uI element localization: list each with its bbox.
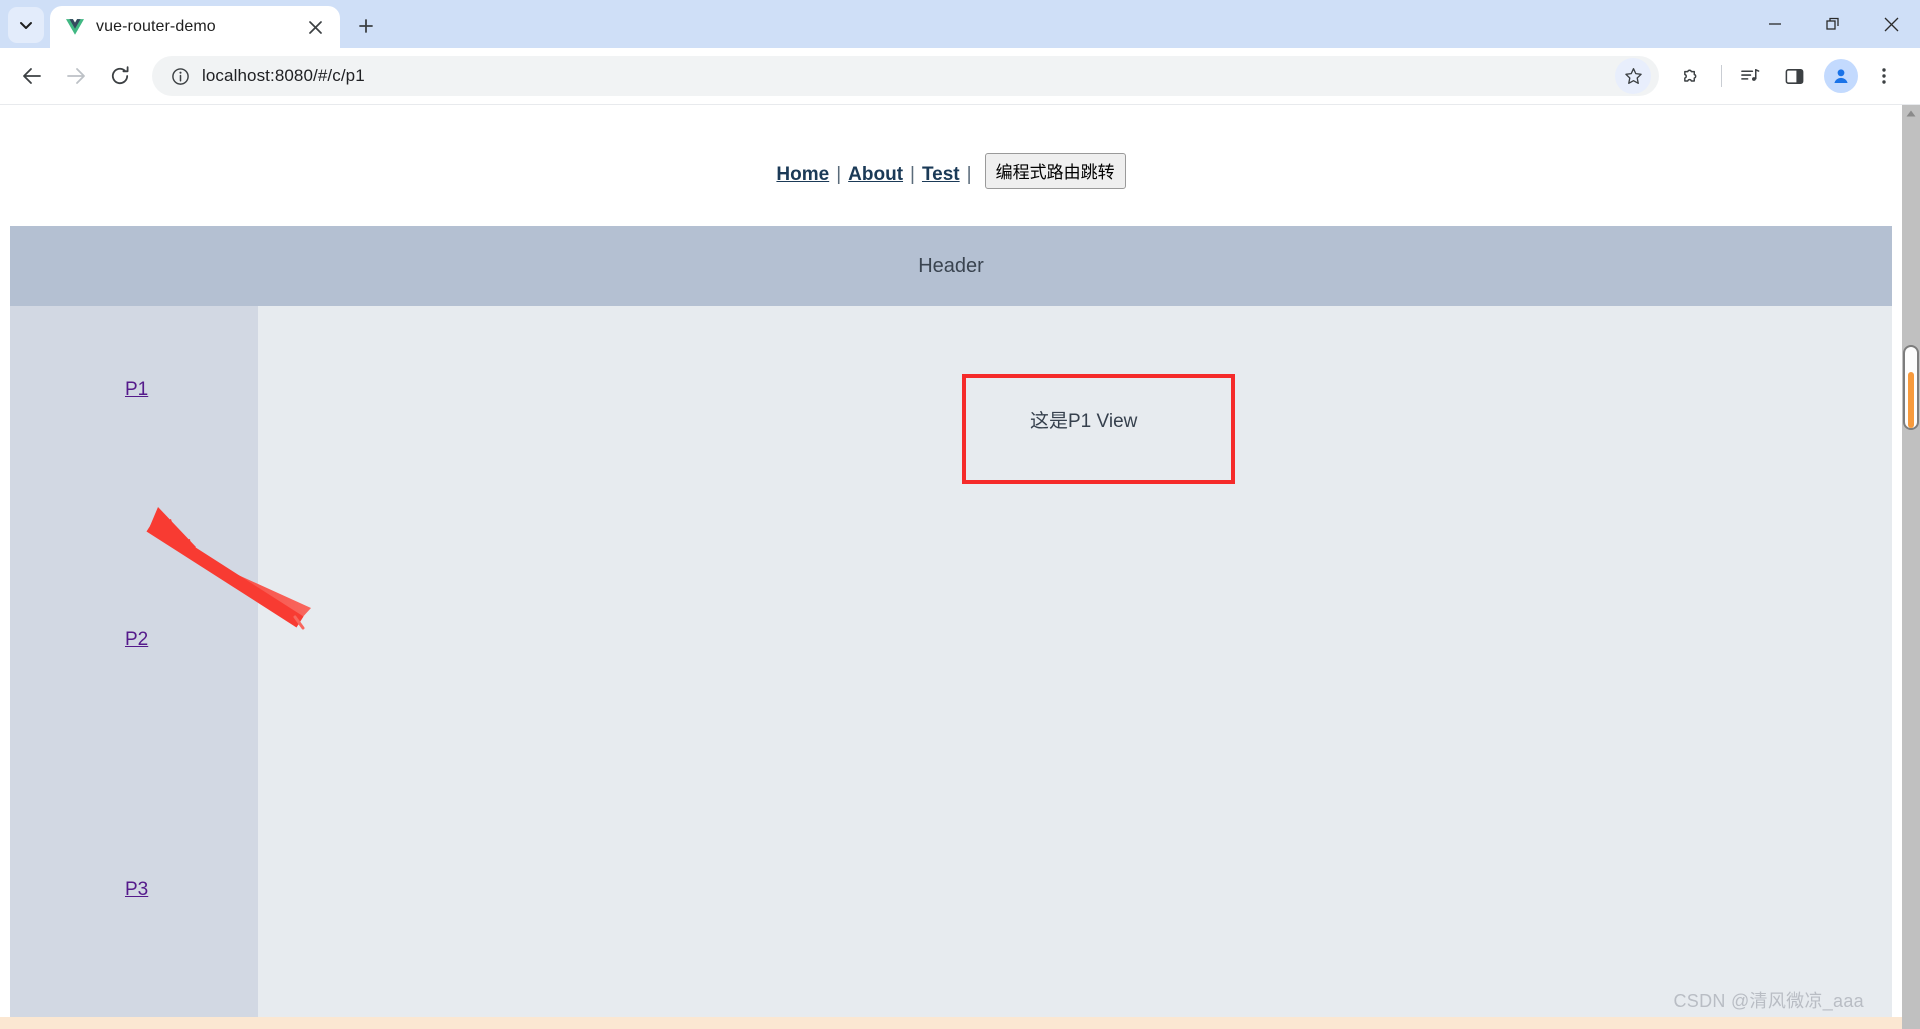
sidebar: P1 P2 P3 <box>10 306 258 1029</box>
nav-separator: | <box>910 164 915 185</box>
forward-button <box>56 56 96 96</box>
new-tab-button[interactable] <box>349 9 383 43</box>
programmatic-route-button[interactable]: 编程式路由跳转 <box>984 153 1126 189</box>
extensions-button[interactable] <box>1669 56 1709 96</box>
arrow-left-icon <box>23 68 41 84</box>
browser-window: vue-router-demo localhost:8080/#/c/p1 Ho… <box>0 0 1920 1029</box>
scrollbar-thumb[interactable] <box>1903 345 1919 430</box>
arrow-right-icon <box>67 68 85 84</box>
page-viewport: Home | About | Test | 编程式路由跳转 Header P1 P2 <box>0 105 1920 1029</box>
media-control-icon <box>1740 68 1759 81</box>
tab-title: vue-router-demo <box>96 18 216 35</box>
sidebar-link-p2[interactable]: P2 <box>125 629 148 650</box>
nav-link-about[interactable]: About <box>848 164 903 185</box>
header-label: Header <box>918 254 984 277</box>
vertical-scrollbar[interactable] <box>1902 105 1920 1029</box>
nav-link-home[interactable]: Home <box>776 164 829 185</box>
scroll-up-arrow-icon <box>1906 110 1916 117</box>
highlight-box: 这是P1 View <box>962 374 1235 484</box>
vue-logo-icon <box>66 18 84 36</box>
layout-frame: Header P1 P2 P3 这是P1 View <box>10 226 1892 1029</box>
page-bottom-strip <box>0 1017 1902 1029</box>
browser-menu-button[interactable] <box>1864 56 1904 96</box>
web-page: Home | About | Test | 编程式路由跳转 Header P1 P2 <box>0 105 1902 1029</box>
toolbar-right-actions <box>1669 56 1908 96</box>
nav-separator: | <box>836 164 842 185</box>
profile-button[interactable] <box>1824 59 1858 93</box>
reload-icon <box>111 66 129 85</box>
chevron-down-icon <box>20 22 32 29</box>
sidebar-item-p3: P3 <box>10 879 258 1029</box>
sidebar-item-p2: P2 <box>10 629 258 879</box>
window-controls <box>1746 0 1920 48</box>
side-panel-button[interactable] <box>1774 56 1814 96</box>
address-bar[interactable]: localhost:8080/#/c/p1 <box>152 56 1659 96</box>
media-control-button[interactable] <box>1730 56 1770 96</box>
puzzle-piece-icon <box>1683 69 1696 82</box>
plus-icon <box>359 19 373 33</box>
sidebar-link-p3[interactable]: P3 <box>125 879 148 900</box>
sidebar-link-p1[interactable]: P1 <box>125 379 148 400</box>
three-dot-menu-icon <box>1882 68 1886 84</box>
layout-body: P1 P2 P3 这是P1 View <box>10 306 1892 1029</box>
browser-tab[interactable]: vue-router-demo <box>50 6 340 48</box>
url-text[interactable]: localhost:8080/#/c/p1 <box>202 66 1615 86</box>
close-icon[interactable] <box>302 14 328 40</box>
close-window-button[interactable] <box>1862 0 1920 48</box>
window-close-icon <box>1884 17 1898 31</box>
star-icon[interactable] <box>1615 58 1651 94</box>
tab-strip: vue-router-demo <box>0 0 1920 48</box>
page-header-bar: Header <box>10 226 1892 306</box>
side-panel-icon <box>1785 68 1803 84</box>
back-button[interactable] <box>12 56 52 96</box>
reload-button[interactable] <box>100 56 140 96</box>
app-nav: Home | About | Test | 编程式路由跳转 <box>0 105 1902 189</box>
content-view-text: 这是P1 View <box>1030 411 1138 432</box>
browser-toolbar: localhost:8080/#/c/p1 <box>0 48 1920 105</box>
nav-separator: | <box>966 164 972 185</box>
minimize-button[interactable] <box>1746 0 1804 48</box>
restore-icon <box>1826 17 1839 30</box>
sidebar-item-p1: P1 <box>10 379 258 629</box>
nav-link-test[interactable]: Test <box>922 164 960 185</box>
toolbar-divider <box>1721 65 1722 87</box>
scroll-up-button[interactable] <box>1902 105 1920 122</box>
tab-search-button[interactable] <box>8 7 44 43</box>
account-avatar-icon <box>1834 69 1848 83</box>
watermark: CSDN @清风微凉_aaa <box>1673 991 1864 1011</box>
minimize-icon <box>1769 23 1781 25</box>
restore-button[interactable] <box>1804 0 1862 48</box>
info-circle-icon[interactable] <box>166 62 194 90</box>
scrollbar-thumb-fill <box>1908 372 1914 428</box>
router-view-content: 这是P1 View <box>258 306 1892 1029</box>
